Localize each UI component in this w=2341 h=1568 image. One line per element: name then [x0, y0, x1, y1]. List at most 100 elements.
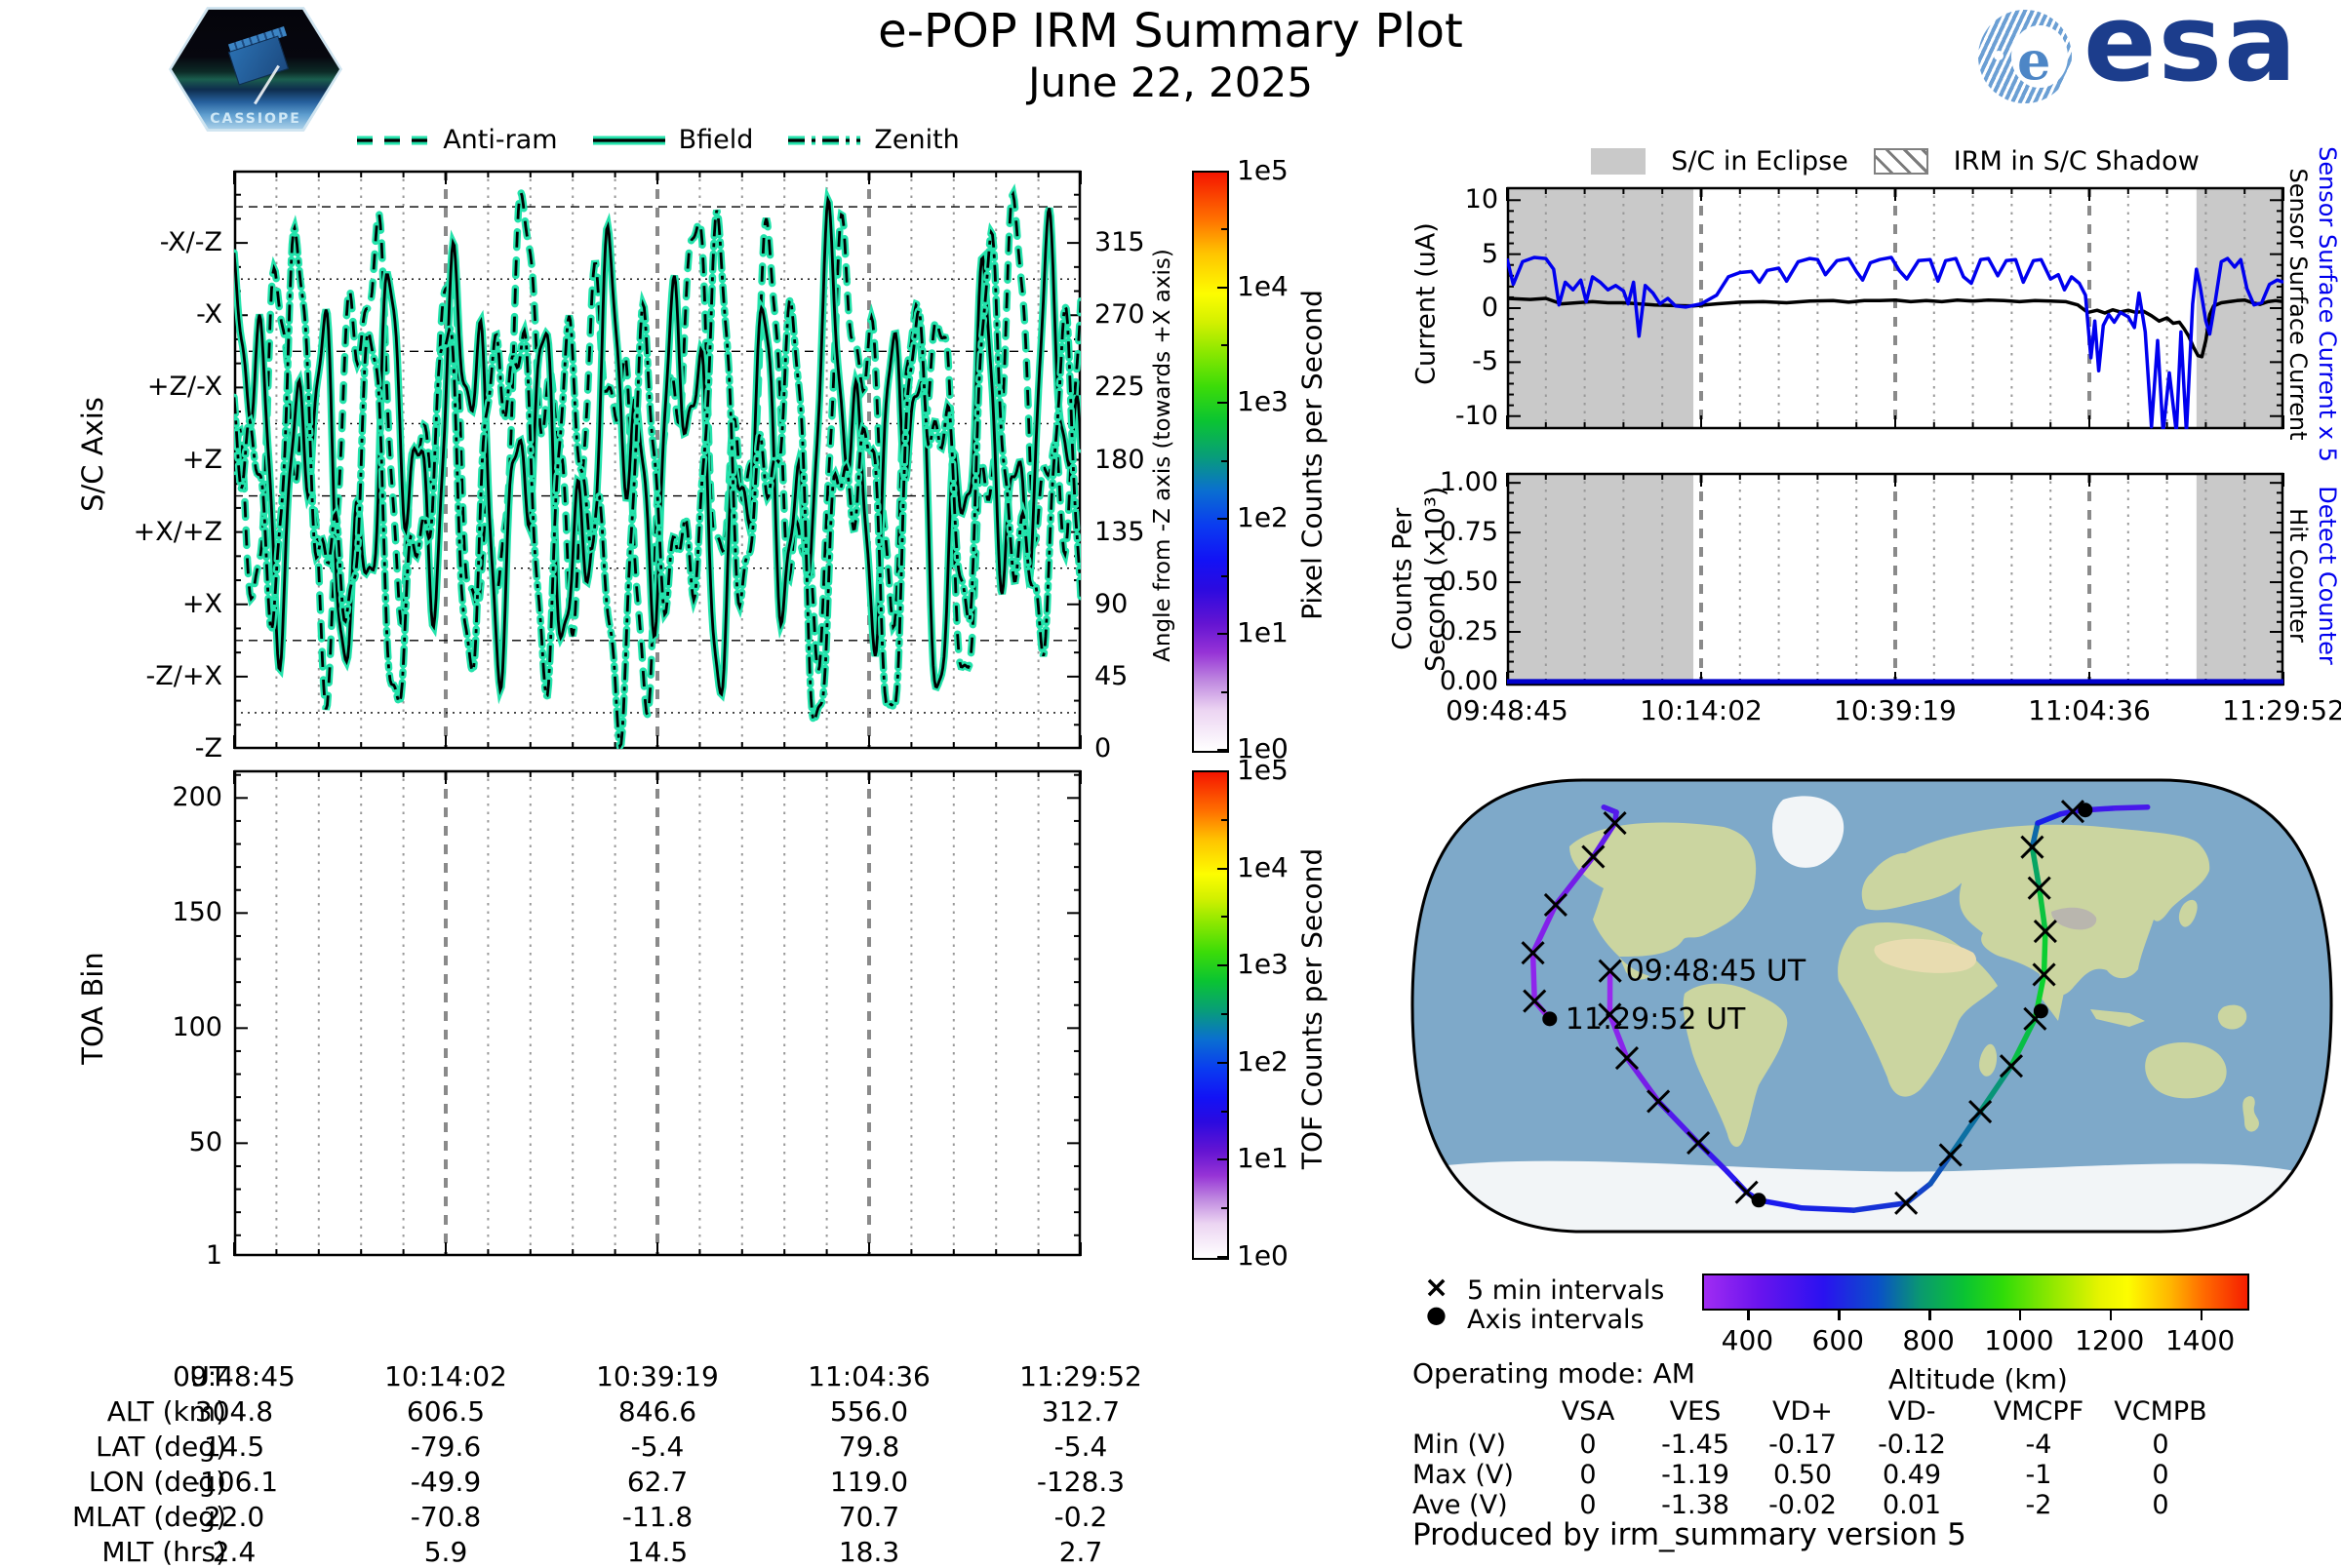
pixel-colorbar-tickmark	[1217, 749, 1227, 751]
map-time-label: 11:29:52 UT	[1566, 1002, 1746, 1037]
ephemeris-value: -106.1	[127, 1466, 341, 1498]
sc-axis-panel	[234, 171, 1081, 749]
altitude-tick: 1400	[2142, 1324, 2259, 1356]
sc-axis-right-tick: 135	[1094, 517, 1145, 547]
tof-colorbar-tick: 1e4	[1237, 851, 1289, 883]
ephemeris-value: 10:39:19	[550, 1360, 765, 1392]
sc-axis-right-axis-label: Angle from -Z axis (towards +X axis)	[1150, 163, 1175, 748]
ephemeris-value: -11.8	[550, 1501, 765, 1533]
dot-marker-icon: ●	[1426, 1301, 1447, 1328]
sc-axis-category: -Z	[195, 733, 222, 764]
tof-colorbar-minortick	[1221, 819, 1227, 821]
sc-axis-right-tick: 270	[1094, 299, 1145, 330]
ephemeris-value: 846.6	[550, 1395, 765, 1428]
ephemeris-value: 606.5	[338, 1395, 553, 1428]
ephemeris-value: 2.7	[973, 1536, 1188, 1568]
pixel-colorbar-tick: 1e5	[1237, 154, 1289, 186]
right-time-label: 11:04:36	[2002, 694, 2177, 726]
ephemeris-value: -5.4	[973, 1431, 1188, 1463]
tof-colorbar-tick: 1e5	[1237, 754, 1289, 786]
altitude-tickmark	[1928, 1309, 1931, 1320]
eclipse-legend: S/C in EclipseIRM in S/C Shadow	[1507, 146, 2283, 176]
tof-colorbar-tick: 1e3	[1237, 948, 1289, 980]
toa-ylabel: TOA Bin	[76, 716, 109, 1301]
legend-label: S/C in Eclipse	[1671, 146, 1848, 176]
ephemeris-value: 14.5	[127, 1431, 341, 1463]
altitude-tickmark	[2201, 1309, 2203, 1320]
pixel-colorbar-minortick	[1221, 633, 1227, 635]
dashed-line-sample	[355, 133, 431, 148]
counts-panel	[1507, 473, 2283, 686]
tof-colorbar-minortick	[1221, 1013, 1227, 1015]
ground-track-map: 09:48:45 UT 11:29:52 UT	[1408, 775, 2336, 1236]
ephemeris-value: 556.0	[762, 1395, 976, 1428]
tof-colorbar	[1192, 770, 1229, 1260]
sc-axis-ylabel: S/C Axis	[76, 162, 109, 747]
tof-colorbar-tick: 1e2	[1237, 1045, 1289, 1078]
tof-colorbar-label: TOF Counts per Second	[1296, 717, 1329, 1302]
toa-ytick: 100	[172, 1012, 222, 1042]
legend-label: Bfield	[679, 125, 754, 155]
operating-mode-label: Operating mode: AM	[1412, 1357, 1695, 1390]
five-min-intervals-label: 5 min intervals	[1467, 1275, 1664, 1306]
page-date: June 22, 2025	[683, 59, 1658, 106]
cassiope-mission-patch: CASSIOPE	[172, 6, 339, 133]
legend-item-zenith: Zenith	[786, 125, 959, 155]
sc-axis-right-tick: 225	[1094, 372, 1145, 402]
toa-ytick: 200	[172, 782, 222, 812]
toa-ytick: 150	[172, 897, 222, 927]
ephemeris-value: 312.7	[973, 1395, 1188, 1428]
ephemeris-value: 14.5	[550, 1536, 765, 1568]
ephemeris-value: 70.7	[762, 1501, 976, 1533]
ephemeris-value: 10:14:02	[338, 1360, 553, 1392]
tof-colorbar-tick: 1e1	[1237, 1142, 1289, 1174]
sc-axis-legend: Anti-ram Bfield Zenith	[234, 125, 1081, 155]
pixel-colorbar	[1192, 171, 1229, 753]
ephemeris-value: -0.2	[973, 1501, 1188, 1533]
pixel-colorbar-minortick	[1221, 691, 1227, 693]
ephemeris-value: 11:29:52	[973, 1360, 1188, 1392]
voltage-row-label: Max (V)	[1412, 1460, 1514, 1490]
ephemeris-value: 62.7	[550, 1466, 765, 1498]
ephemeris-value: 5.9	[338, 1536, 553, 1568]
pixel-colorbar-tick: 1e4	[1237, 270, 1289, 302]
altitude-tickmark	[1838, 1309, 1841, 1320]
pixel-colorbar-label: Pixel Counts per Second	[1296, 163, 1329, 748]
toa-ytick: 1	[206, 1240, 222, 1271]
sc-axis-right-tick: 315	[1094, 227, 1145, 257]
sc-axis-right-tick: 0	[1094, 733, 1111, 764]
sc-axis-right-tick: 90	[1094, 589, 1128, 619]
ephemeris-value: -70.8	[338, 1501, 553, 1533]
ephemeris-value: 119.0	[762, 1466, 976, 1498]
legend-label: Zenith	[874, 125, 959, 155]
altitude-tickmark	[2110, 1309, 2113, 1320]
axis-intervals-label: Axis intervals	[1467, 1305, 1645, 1335]
page-title: e-POP IRM Summary Plot	[683, 4, 1658, 59]
current-ytick: 5	[1482, 239, 1498, 269]
x-marker-icon: ×	[1424, 1271, 1448, 1305]
current-ytick: -10	[1455, 401, 1498, 431]
ephemeris-value: -5.4	[550, 1431, 765, 1463]
esa-e-glyph: e	[2017, 29, 2050, 92]
sc-axis-category: +X	[182, 589, 222, 619]
solid-line-sample	[591, 133, 667, 148]
ephemeris-value: 2.4	[127, 1536, 341, 1568]
tof-colorbar-minortick	[1221, 1111, 1227, 1113]
esa-wordmark: esa	[2083, 0, 2298, 105]
current-ytick: 10	[1465, 184, 1498, 215]
legend-label: Anti-ram	[443, 125, 557, 155]
pixel-colorbar-minortick	[1221, 575, 1227, 577]
ephemeris-value: -79.6	[338, 1431, 553, 1463]
pixel-colorbar-tick: 1e3	[1237, 385, 1289, 417]
altitude-tickmark	[1747, 1309, 1750, 1320]
pixel-colorbar-tick: 1e1	[1237, 616, 1289, 648]
toa-ytick: 50	[189, 1127, 222, 1157]
ephemeris-value: 11:04:36	[762, 1360, 976, 1392]
current-panel	[1507, 187, 2283, 429]
voltage-value: 0	[2083, 1490, 2239, 1520]
sc-axis-right-tick: 180	[1094, 445, 1145, 475]
ephemeris-value: -128.3	[973, 1466, 1188, 1498]
pixel-colorbar-minortick	[1221, 518, 1227, 520]
tof-colorbar-minortick	[1221, 1062, 1227, 1064]
map-time-label: 09:48:45 UT	[1626, 955, 1806, 989]
